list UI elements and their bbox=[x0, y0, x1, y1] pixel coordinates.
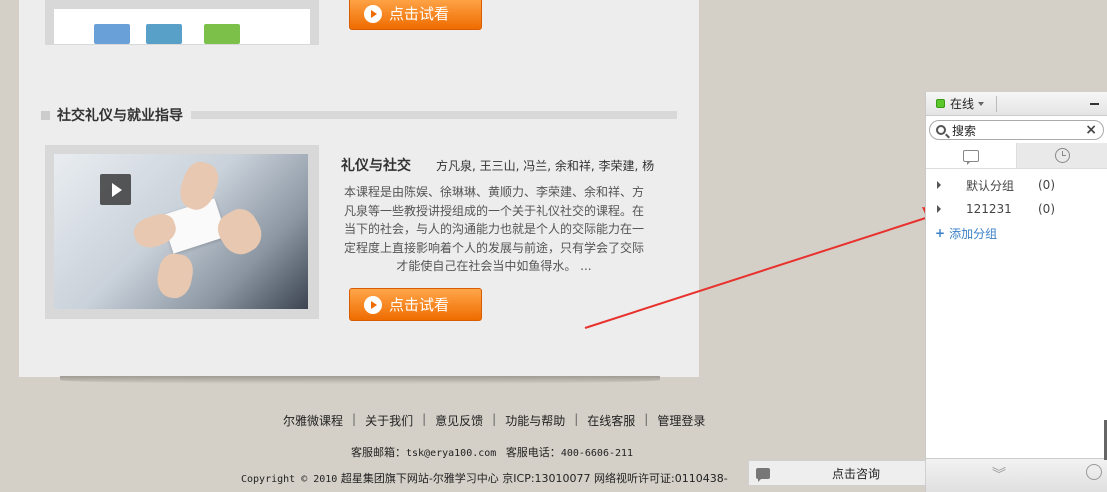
footer-separator: | bbox=[352, 412, 357, 426]
try-course-button-label: 点击试看 bbox=[389, 5, 450, 23]
add-group-label: 添加分组 bbox=[949, 226, 998, 241]
course-thumbnail-image[interactable] bbox=[54, 154, 308, 309]
chevron-double-down-icon[interactable]: ︾ bbox=[992, 464, 1006, 484]
play-icon bbox=[364, 295, 382, 314]
group-count: (0) bbox=[1038, 202, 1055, 216]
blue-cube-shape bbox=[146, 24, 182, 44]
footer-separator: | bbox=[492, 412, 497, 426]
minimize-icon[interactable] bbox=[1090, 103, 1099, 105]
footer-link-micro-course[interactable]: 尔雅微课程 bbox=[283, 412, 343, 429]
chat-panel: 在线 搜索 × 默认分组 (0) 121231 (0) + 添加分组 ︾ bbox=[925, 92, 1107, 492]
search-input[interactable]: 搜索 × bbox=[929, 120, 1104, 140]
course-thumbnail-image[interactable] bbox=[54, 9, 310, 44]
smiley-icon[interactable] bbox=[1086, 464, 1102, 480]
footer-link-admin-login[interactable]: 管理登录 bbox=[657, 412, 705, 429]
online-status-icon bbox=[936, 99, 945, 108]
expand-triangle-icon[interactable] bbox=[937, 205, 941, 213]
section-header: 社交礼仪与就业指导 bbox=[41, 105, 677, 125]
course-list-panel: 点击试看 社交礼仪与就业指导 礼仪与社交 方凡泉, 王三山, 冯兰, 余和祥, … bbox=[19, 0, 699, 377]
chat-header: 在线 bbox=[926, 92, 1107, 116]
consult-label: 点击咨询 bbox=[832, 466, 881, 481]
footer-link-feedback[interactable]: 意见反馈 bbox=[435, 412, 483, 429]
add-group-button[interactable]: + 添加分组 bbox=[935, 221, 1107, 245]
consult-button[interactable]: 点击咨询 bbox=[748, 460, 926, 486]
group-name: 默认分组 bbox=[966, 178, 1015, 193]
panel-shadow bbox=[60, 376, 660, 384]
search-placeholder: 搜索 bbox=[952, 123, 977, 138]
tab-contacts[interactable] bbox=[926, 143, 1016, 168]
hand-shape bbox=[154, 251, 196, 301]
email-value: tsk@erya100.com bbox=[406, 448, 497, 459]
chat-bubble-icon bbox=[756, 467, 770, 482]
play-icon bbox=[364, 4, 382, 23]
footer-link-about[interactable]: 关于我们 bbox=[365, 412, 413, 429]
blue-cube-shape bbox=[94, 24, 130, 44]
course-thumbnail-frame[interactable] bbox=[45, 145, 319, 319]
group-count: (0) bbox=[1038, 178, 1055, 192]
tab-recent[interactable] bbox=[1016, 143, 1107, 168]
header-divider bbox=[996, 96, 997, 112]
section-bullet-icon bbox=[41, 110, 50, 120]
footer-link-online-service[interactable]: 在线客服 bbox=[587, 412, 635, 429]
copyright-prefix: Copyright © 2010 bbox=[241, 474, 338, 485]
green-cube-shape bbox=[204, 24, 240, 44]
chat-tabs bbox=[926, 143, 1107, 169]
footer-separator: | bbox=[422, 412, 427, 426]
email-label: 客服邮箱： bbox=[351, 446, 406, 459]
try-course-button[interactable]: 点击试看 bbox=[349, 0, 482, 30]
try-course-button[interactable]: 点击试看 bbox=[349, 288, 482, 321]
footer-copyright: Copyright © 2010 超星集团旗下网站-尔雅学习中心 京ICP:13… bbox=[241, 470, 728, 486]
footer-link-help[interactable]: 功能与帮助 bbox=[505, 412, 565, 429]
copyright-text: 超星集团旗下网站-尔雅学习中心 京ICP:13010077 网络视听许可证:01… bbox=[340, 472, 728, 485]
section-title: 社交礼仪与就业指导 bbox=[57, 108, 183, 124]
search-icon bbox=[936, 125, 946, 135]
close-icon[interactable]: × bbox=[1085, 122, 1097, 138]
hand-shape bbox=[211, 202, 269, 262]
group-name: 121231 bbox=[966, 202, 1012, 216]
course-title[interactable]: 礼仪与社交 bbox=[341, 155, 411, 175]
video-play-icon[interactable] bbox=[100, 174, 131, 205]
plus-icon: + bbox=[935, 226, 946, 240]
try-course-button-label: 点击试看 bbox=[389, 296, 450, 314]
chevron-down-icon[interactable] bbox=[978, 101, 985, 106]
chat-bubble-icon bbox=[963, 149, 979, 165]
footer-separator: | bbox=[644, 412, 649, 426]
clock-icon bbox=[1054, 148, 1070, 163]
chat-footer: ︾ bbox=[926, 458, 1107, 492]
phone-value: 400-6606-211 bbox=[560, 448, 634, 459]
expand-triangle-icon[interactable] bbox=[937, 181, 941, 189]
group-item[interactable]: 默认分组 (0) bbox=[926, 173, 1107, 197]
status-label[interactable]: 在线 bbox=[950, 95, 974, 112]
course-authors: 方凡泉, 王三山, 冯兰, 余和祥, 李荣建, 杨 bbox=[436, 159, 655, 173]
footer-contact: 客服邮箱：tsk@erya100.com 客服电话：400-6606-211 bbox=[351, 444, 633, 460]
group-item[interactable]: 121231 (0) bbox=[926, 197, 1107, 221]
footer-nav: 尔雅微课程 | 关于我们 | 意见反馈 | 功能与帮助 | 在线客服 | 管理登录 bbox=[283, 412, 705, 429]
course-description: 本课程是由陈娱、徐琳琳、黄顺力、李荣建、余和祥、方凡泉等一些教授讲授组成的一个关… bbox=[343, 185, 644, 273]
phone-label: 客服电话： bbox=[505, 446, 561, 459]
section-divider bbox=[191, 111, 677, 119]
footer-separator: | bbox=[574, 412, 579, 426]
course-thumbnail-frame[interactable] bbox=[45, 0, 319, 45]
